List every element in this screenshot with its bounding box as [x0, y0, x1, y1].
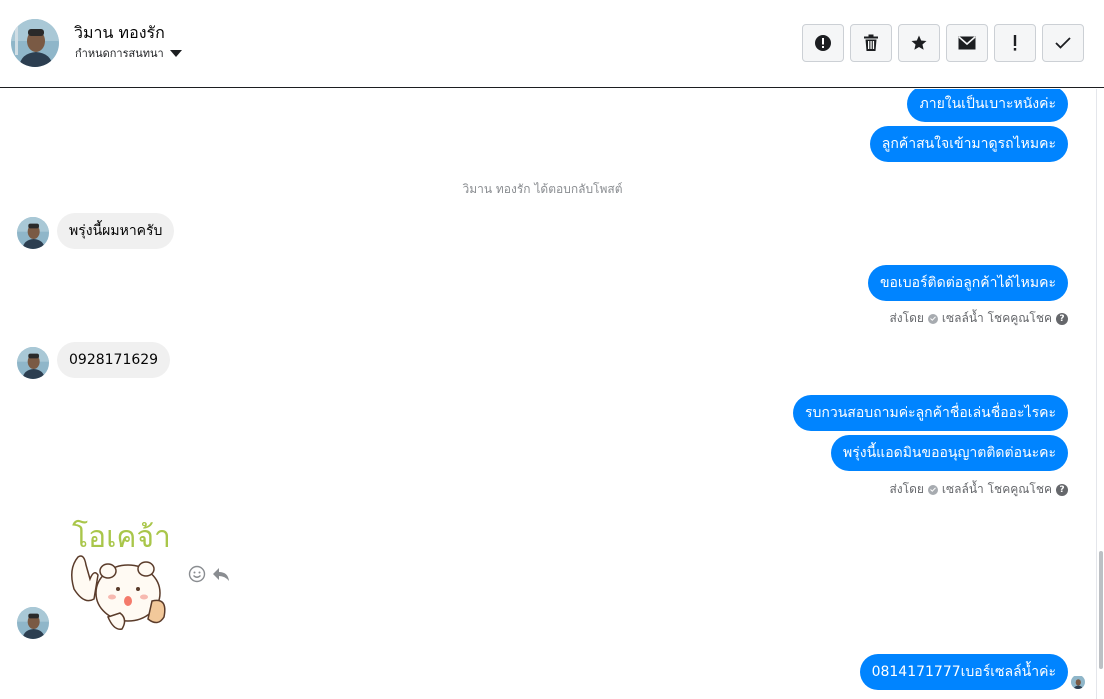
alert-circle-icon — [815, 35, 831, 51]
help-icon[interactable]: ? — [1056, 483, 1068, 496]
header-actions — [802, 24, 1084, 62]
react-smiley-icon[interactable] — [188, 565, 206, 583]
seen-receipt-avatar — [1071, 675, 1085, 689]
conversation-schedule-dropdown[interactable]: กำหนดการสนทนา — [75, 44, 182, 62]
sent-by-label: ส่งโดย เซลล์น้ำ โชคคูณโชค ? — [889, 309, 1068, 328]
contact-avatar-small[interactable] — [17, 217, 49, 249]
verified-icon — [927, 313, 938, 324]
contact-avatar[interactable] — [11, 19, 59, 67]
sent-by-prefix: ส่งโดย — [889, 482, 924, 496]
system-note: วิมาน ทองรัก ได้ตอบกลับโพสต์ — [462, 182, 623, 196]
outgoing-message[interactable]: 0814171777เบอร์เซลล์น้ำค่ะ — [859, 654, 1068, 690]
contact-avatar-small[interactable] — [17, 607, 49, 639]
incoming-message[interactable]: พรุ่งนี้ผมหาครับ — [57, 213, 175, 249]
sent-by-label: ส่งโดย เซลล์น้ำ โชคคูณโชค ? — [889, 480, 1068, 499]
outgoing-message[interactable]: ภายในเป็นเบาะหนังค่ะ — [907, 89, 1068, 122]
envelope-icon — [958, 36, 976, 50]
help-icon[interactable]: ? — [1056, 312, 1068, 325]
messenger-conversation: วิมาน ทองรัก กำหนดการสนทนา ภายในเป็นเบาะ… — [0, 0, 1104, 699]
delete-button[interactable] — [850, 24, 892, 62]
checkmark-icon — [1055, 37, 1071, 49]
sticker-text: โอเคจ้า — [72, 519, 171, 555]
message-thread[interactable]: ภายในเป็นเบาะหนังค่ะ ลูกค้าสนใจเข้ามาดูร… — [0, 89, 1096, 699]
outgoing-message[interactable]: ลูกค้าสนใจเข้ามาดูรถไหมคะ — [869, 126, 1068, 162]
sticker-message[interactable]: โอเคจ้า — [64, 509, 172, 635]
star-button[interactable] — [898, 24, 940, 62]
report-button[interactable] — [802, 24, 844, 62]
mark-important-button[interactable] — [994, 24, 1036, 62]
verified-icon — [927, 484, 938, 495]
caret-down-icon — [169, 50, 182, 57]
outgoing-message[interactable]: พรุ่งนี้แอดมินขออนุญาตติดต่อนะคะ — [831, 435, 1068, 471]
contact-name: วิมาน ทองรัก — [74, 23, 165, 42]
mark-done-button[interactable] — [1042, 24, 1084, 62]
schedule-label: กำหนดการสนทนา — [75, 47, 164, 60]
trash-icon — [864, 34, 878, 51]
star-icon — [911, 35, 927, 50]
sender-name[interactable]: เซลล์น้ำ โชคคูณโชค — [942, 309, 1052, 328]
exclamation-icon — [1013, 35, 1017, 51]
outgoing-message[interactable]: ขอเบอร์ติดต่อลูกค้าได้ไหมคะ — [867, 265, 1068, 301]
scrollbar-thumb[interactable] — [1099, 551, 1103, 669]
mark-unread-button[interactable] — [946, 24, 988, 62]
reply-arrow-icon[interactable] — [212, 565, 230, 583]
outgoing-message[interactable]: รบกวนสอบถามค่ะลูกค้าชื่อเล่นชื่ออะไรคะ — [792, 395, 1068, 431]
contact-avatar-small[interactable] — [17, 347, 49, 379]
thread-scrollbar[interactable] — [1096, 89, 1104, 699]
sender-name[interactable]: เซลล์น้ำ โชคคูณโชค — [942, 480, 1052, 499]
incoming-message[interactable]: 0928171629 — [57, 342, 171, 378]
sent-by-prefix: ส่งโดย — [889, 311, 924, 325]
conversation-header: วิมาน ทองรัก กำหนดการสนทนา — [0, 0, 1104, 88]
